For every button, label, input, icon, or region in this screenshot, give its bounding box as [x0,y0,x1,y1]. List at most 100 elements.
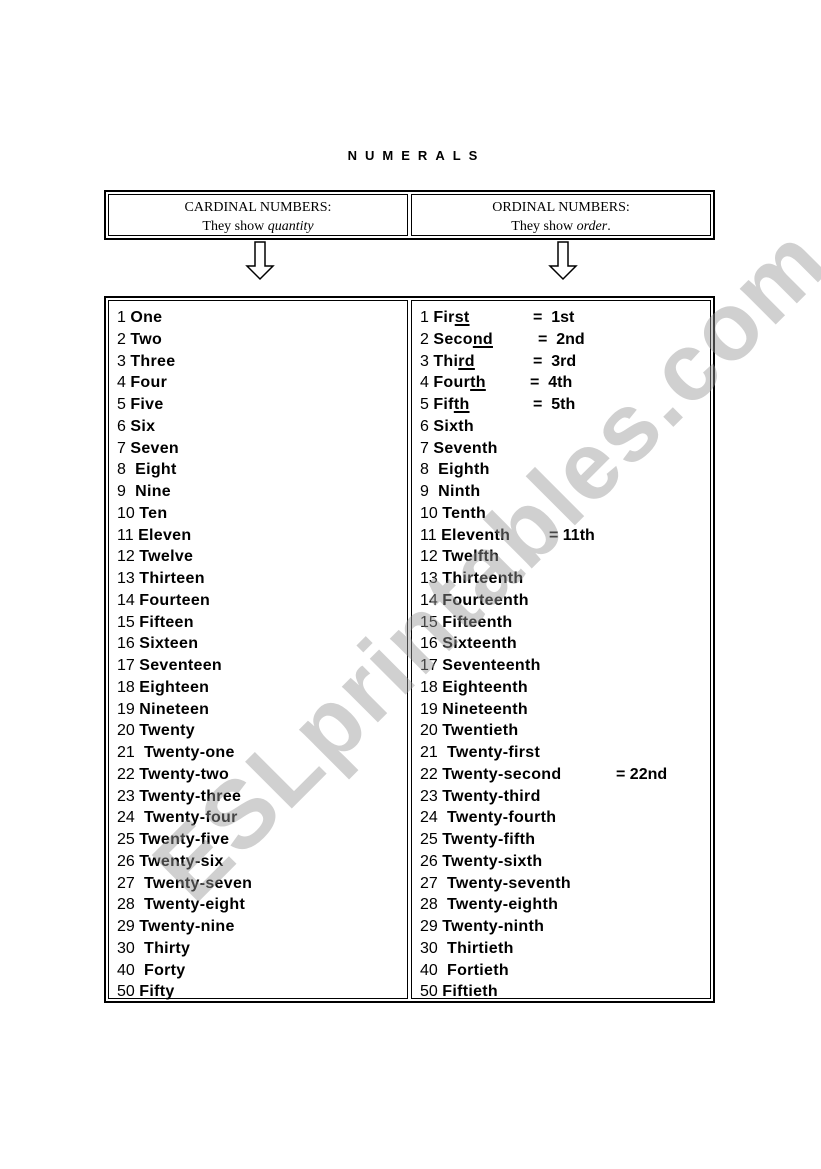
word-stem: Twelfth [442,548,500,566]
cardinal-row: 5 Five [117,394,407,416]
word-stem: Ninth [433,483,481,500]
row-word: Fourth [433,374,485,391]
row-number: 7 [420,439,429,457]
ordinal-row: 1 First = 1st [420,307,710,329]
abbreviation: = 5th [533,396,576,413]
row-word: Ninth [433,483,480,500]
word-suffix-underlined: rd [458,352,475,370]
cardinal-row: 1 One [117,307,407,329]
row-number: 1 [117,309,126,326]
row-word: Eleven [138,526,192,544]
word-stem: Twenty-eighth [442,896,559,914]
row-number: 30 [117,939,135,957]
row-word: Twenty-third [442,788,540,805]
row-number: 26 [117,852,135,870]
abbreviation: = 22nd [616,765,668,783]
word-stem: Fiftieth [442,983,498,1001]
row-number: 6 [420,417,429,435]
row-word: Twenty-first [442,744,540,761]
word-suffix-underlined: st [454,309,470,326]
row-number: 1 [420,309,429,326]
ordinal-row: 6 Sixth [420,416,710,438]
row-number: 18 [117,678,135,696]
row-word: Seven [130,439,179,457]
row-number: 8 [420,461,429,479]
cardinal-row: 18 Eighteen [117,677,407,699]
cardinal-row: 27 Twenty-seven [117,873,407,895]
cardinal-row: 10 Ten [117,503,407,525]
cardinal-row: 29 Twenty-nine [117,916,407,938]
row-number: 40 [420,961,438,979]
word-stem: Tenth [442,504,487,522]
cardinal-row: 30 Thirty [117,938,407,960]
word-stem: Fir [433,309,455,326]
row-word: Eighth [433,461,489,478]
ordinal-row: 15 Fifteenth [420,612,710,634]
cardinal-row: 14 Fourteen [117,590,407,612]
cardinal-description: They show quantity [109,217,407,236]
ordinal-row: 12 Twelfth [420,546,710,568]
row-word: Twenty-three [139,787,242,805]
word-stem: Eleventh [441,526,511,544]
row-number: 3 [117,352,126,370]
cardinal-desc-text: They show [202,219,268,234]
row-number: 22 [420,765,438,783]
row-number: 3 [420,352,429,370]
row-word: Two [130,330,163,348]
row-number: 22 [117,765,135,783]
row-number: 10 [420,504,438,522]
row-word: Twenty-eighth [442,896,558,913]
ordinal-heading: ORDINAL NUMBERS: [492,200,630,215]
word-stem: Twenty-third [442,787,541,805]
row-number: 6 [117,417,126,435]
ordinal-row: 30 Thirtieth [420,938,710,960]
cardinal-row: 16 Sixteen [117,633,407,655]
cardinal-row: 11 Eleven [117,525,407,547]
row-number: 23 [117,787,135,805]
row-word: Fourteenth [442,592,529,609]
word-stem: Twenty-ninth [442,918,545,935]
row-word: Six [130,417,156,435]
word-stem: Seventh [433,439,498,457]
row-word: Twenty-six [139,852,224,870]
row-number: 29 [420,918,438,935]
row-number: 25 [117,831,135,848]
row-number: 24 [420,809,438,827]
cardinal-row: 15 Fifteen [117,612,407,634]
row-word: Second [433,331,493,348]
cardinal-row: 24 Twenty-four [117,807,407,829]
cardinal-row: 23 Twenty-three [117,786,407,808]
row-word: Four [130,374,168,392]
row-word: Nineteen [139,700,210,718]
row-word: Fifteenth [442,614,512,631]
row-number: 17 [420,657,438,674]
row-number: 8 [117,461,126,479]
row-word: Fifty [139,983,175,1001]
ordinal-row: 16 Sixteenth [420,633,710,655]
row-word: Sixteen [139,635,199,653]
ordinal-row: 40 Fortieth [420,960,710,982]
row-word: First [433,309,469,326]
abbreviation: = 11th [549,526,595,544]
row-word: Fifth [433,396,469,413]
row-number: 28 [420,896,438,914]
ordinal-list: 1 First = 1st 2 Second = 2nd 3 Third = 3rd 4 F… [411,300,711,1001]
ordinal-row: 21 Twenty-first [420,742,710,764]
row-number: 17 [117,657,135,674]
row-word: Eight [130,461,177,479]
row-number: 14 [420,591,438,609]
word-stem: Fif [433,396,454,413]
row-number: 29 [117,918,135,935]
row-number: 11 [117,526,134,544]
row-number: 19 [117,700,135,718]
word-stem: Twenty-sixth [442,852,543,870]
ordinal-row: 24 Twenty-fourth [420,807,710,829]
row-word: Twenty-sixth [442,853,542,870]
row-number: 4 [117,374,126,392]
ordinal-desc-emphasis: order [576,219,608,234]
ordinal-row: 9 Ninth [420,481,710,503]
row-number: 5 [117,396,126,413]
ordinal-desc-suffix: . [607,219,611,234]
row-word: Nine [130,483,171,500]
row-word: Eleventh [441,527,510,544]
